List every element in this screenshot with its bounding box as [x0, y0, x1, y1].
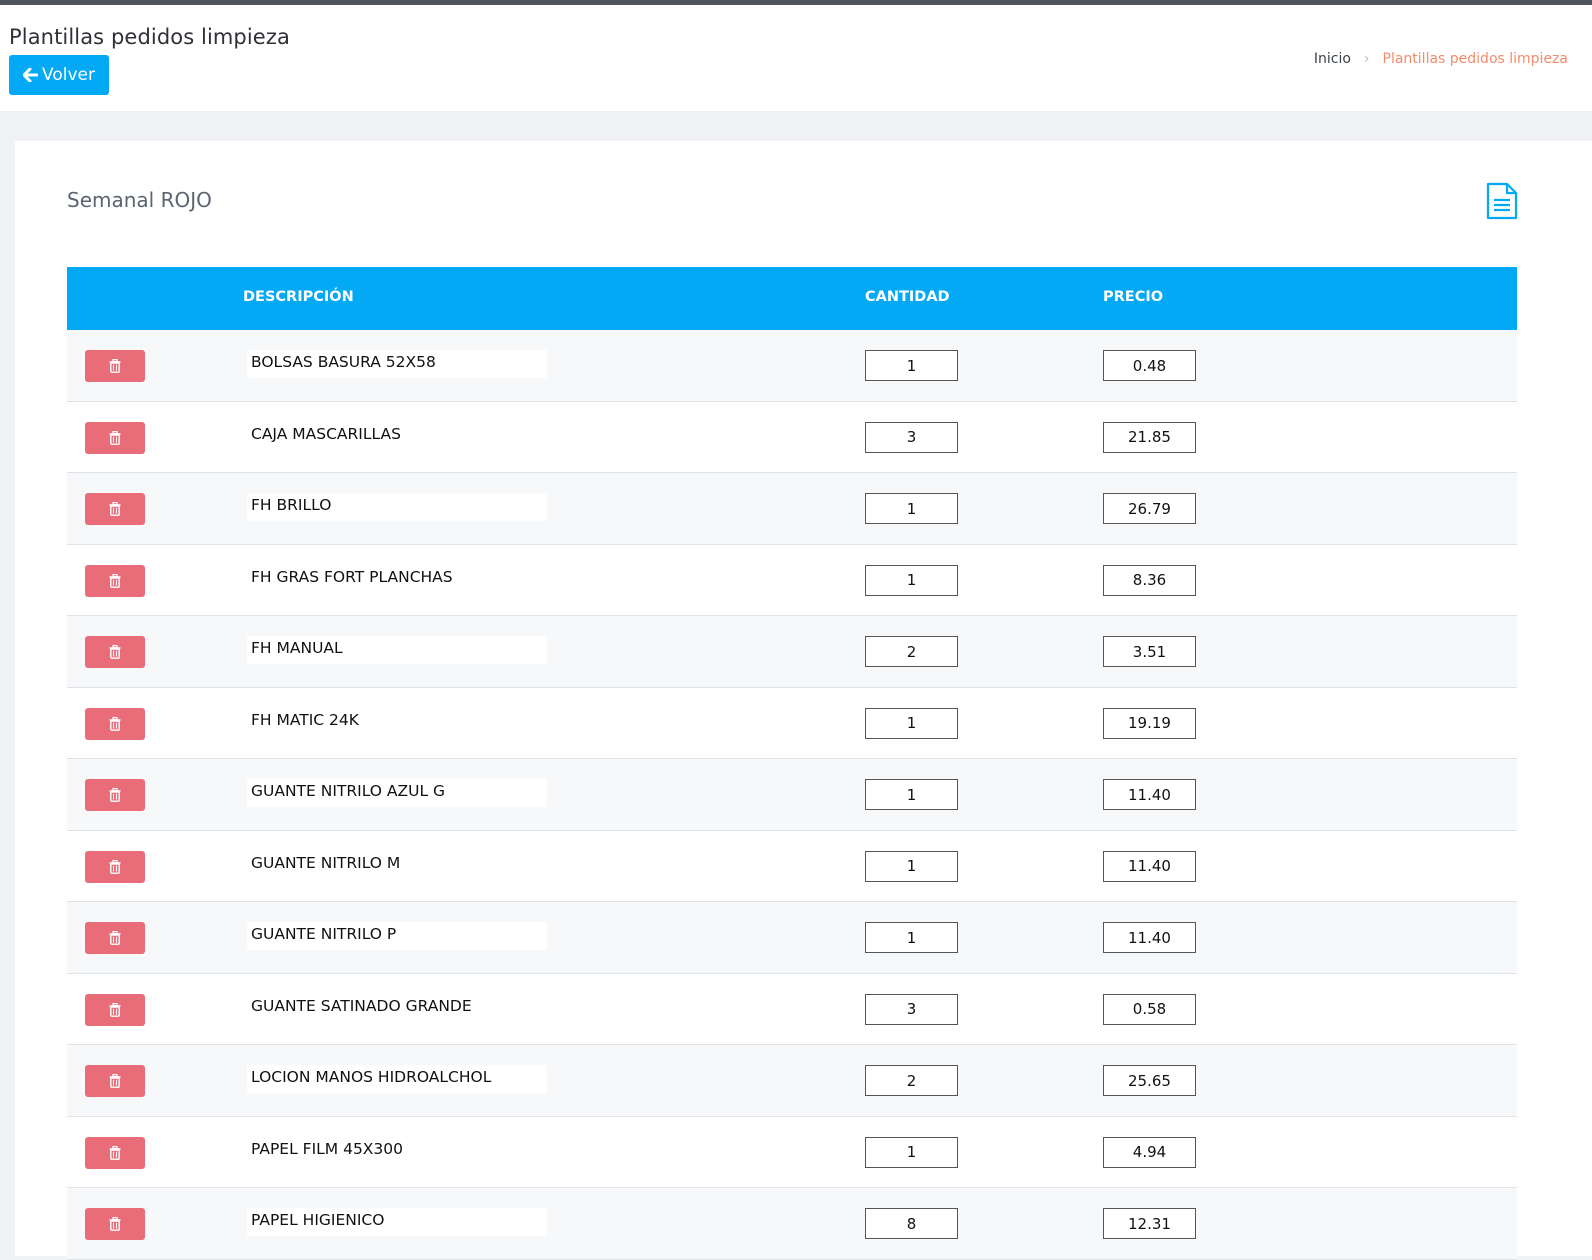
row-description: GUANTE NITRILO M [247, 850, 547, 879]
arrow-left-icon [23, 68, 39, 82]
document-icon[interactable] [1485, 182, 1519, 220]
quantity-input[interactable] [865, 564, 958, 596]
trash-icon [109, 716, 121, 731]
price-input[interactable] [1103, 850, 1196, 882]
row-description: PAPEL FILM 45X300 [247, 1136, 547, 1165]
breadcrumb: Inicio › Plantillas pedidos limpieza [1314, 51, 1568, 67]
quantity-input[interactable] [865, 779, 958, 810]
column-header-description: DESCRIPCIÓN [243, 289, 354, 305]
delete-row-button[interactable] [85, 707, 145, 740]
quantity-input[interactable] [865, 707, 958, 739]
quantity-input[interactable] [865, 493, 958, 524]
row-description: BOLSAS BASURA 52X58 [247, 350, 547, 378]
price-input[interactable] [1103, 636, 1196, 667]
items-table: DESCRIPCIÓN CANTIDAD PRECIO BOLSAS BASUR… [67, 267, 1517, 1260]
table-row: FH MATIC 24K [67, 687, 1517, 759]
quantity-input[interactable] [865, 1065, 958, 1096]
price-input[interactable] [1103, 993, 1196, 1025]
back-button-label: Volver [42, 65, 95, 85]
chevron-right-icon: › [1363, 51, 1370, 67]
delete-row-button[interactable] [85, 779, 145, 811]
trash-icon [109, 931, 121, 945]
trash-icon [109, 359, 121, 373]
delete-row-button[interactable] [85, 850, 145, 883]
delete-row-button[interactable] [85, 421, 145, 454]
page-header: Plantillas pedidos limpieza Volver Inici… [0, 5, 1592, 111]
quantity-input[interactable] [865, 1208, 958, 1239]
quantity-input[interactable] [865, 922, 958, 953]
table-row: GUANTE SATINADO GRANDE [67, 973, 1517, 1045]
row-description: FH BRILLO [247, 493, 547, 521]
row-description: GUANTE NITRILO AZUL G [247, 779, 547, 807]
trash-icon [109, 859, 121, 874]
delete-row-button[interactable] [85, 993, 145, 1026]
delete-row-button[interactable] [85, 922, 145, 954]
trash-icon [109, 645, 121, 659]
price-input[interactable] [1103, 779, 1196, 810]
table-row: PAPEL FILM 45X300 [67, 1116, 1517, 1188]
delete-row-button[interactable] [85, 564, 145, 597]
trash-icon [109, 788, 121, 802]
column-header-price: PRECIO [1103, 289, 1164, 305]
row-description: PAPEL HIGIENICO [247, 1208, 547, 1236]
trash-icon [109, 1217, 121, 1231]
table-row: FH GRAS FORT PLANCHAS [67, 544, 1517, 616]
price-input[interactable] [1103, 564, 1196, 596]
delete-row-button[interactable] [85, 1136, 145, 1169]
row-description: FH MANUAL [247, 636, 547, 664]
quantity-input[interactable] [865, 636, 958, 667]
trash-icon [109, 573, 121, 588]
trash-icon [109, 502, 121, 516]
delete-row-button[interactable] [85, 493, 145, 525]
delete-row-button[interactable] [85, 636, 145, 668]
back-button[interactable]: Volver [9, 55, 109, 95]
trash-icon [109, 430, 121, 445]
table-header: DESCRIPCIÓN CANTIDAD PRECIO [67, 267, 1517, 330]
delete-row-button[interactable] [85, 350, 145, 382]
breadcrumb-home[interactable]: Inicio [1314, 51, 1351, 67]
quantity-input[interactable] [865, 993, 958, 1025]
price-input[interactable] [1103, 1136, 1196, 1168]
table-row: FH BRILLO [67, 473, 1517, 545]
column-header-quantity: CANTIDAD [865, 289, 950, 305]
quantity-input[interactable] [865, 350, 958, 381]
card-title: Semanal ROJO [67, 188, 212, 212]
row-description: FH MATIC 24K [247, 707, 547, 736]
trash-icon [109, 1002, 121, 1017]
table-row: GUANTE NITRILO AZUL G [67, 759, 1517, 831]
price-input[interactable] [1103, 1065, 1196, 1096]
table-row: GUANTE NITRILO P [67, 902, 1517, 974]
row-description: CAJA MASCARILLAS [247, 421, 547, 450]
row-description: FH GRAS FORT PLANCHAS [247, 564, 547, 593]
row-description: LOCION MANOS HIDROALCHOL [247, 1065, 547, 1093]
price-input[interactable] [1103, 493, 1196, 524]
row-description: GUANTE NITRILO P [247, 922, 547, 950]
table-row: CAJA MASCARILLAS [67, 401, 1517, 473]
price-input[interactable] [1103, 922, 1196, 953]
price-input[interactable] [1103, 350, 1196, 381]
table-row: GUANTE NITRILO M [67, 830, 1517, 902]
breadcrumb-current: Plantillas pedidos limpieza [1382, 51, 1568, 67]
quantity-input[interactable] [865, 850, 958, 882]
price-input[interactable] [1103, 707, 1196, 739]
table-row: BOLSAS BASURA 52X58 [67, 330, 1517, 402]
price-input[interactable] [1103, 1208, 1196, 1239]
row-description: GUANTE SATINADO GRANDE [247, 993, 547, 1022]
table-body: BOLSAS BASURA 52X58 CAJA MASCARILLAS FH … [67, 330, 1517, 1260]
quantity-input[interactable] [865, 421, 958, 453]
price-input[interactable] [1103, 421, 1196, 453]
table-row: PAPEL HIGIENICO [67, 1188, 1517, 1260]
table-row: FH MANUAL [67, 616, 1517, 688]
page-title: Plantillas pedidos limpieza [9, 25, 290, 49]
delete-row-button[interactable] [85, 1208, 145, 1240]
quantity-input[interactable] [865, 1136, 958, 1168]
trash-icon [109, 1074, 121, 1088]
table-row: LOCION MANOS HIDROALCHOL [67, 1045, 1517, 1117]
template-card: Semanal ROJO DESCRIPCIÓN CANTIDAD PRECIO… [15, 141, 1592, 1260]
trash-icon [109, 1145, 121, 1160]
delete-row-button[interactable] [85, 1065, 145, 1097]
